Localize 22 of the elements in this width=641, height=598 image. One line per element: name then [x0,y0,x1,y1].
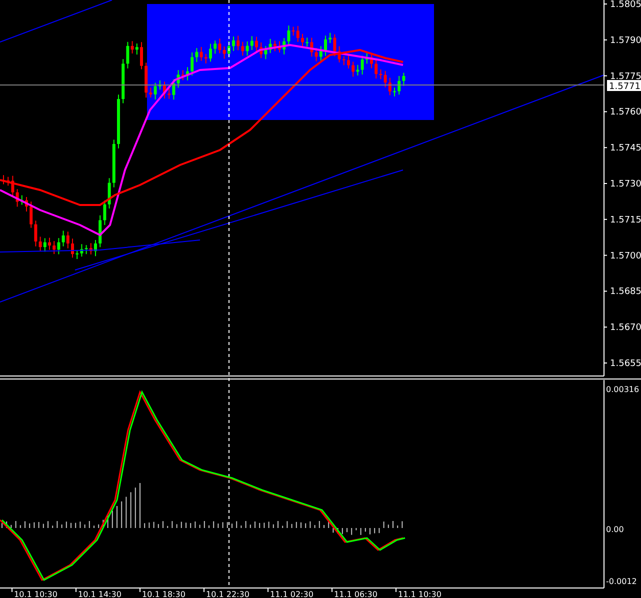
time-axis-label: 10.1 18:30 [142,590,186,598]
price-axis-label: 1.5655 [610,359,641,369]
price-axis-label: 1.5775 [610,72,641,82]
time-axis-label: 10.1 14:30 [78,590,122,598]
indicator-axis-label: 0.00316 [606,385,640,394]
price-axis-label: 1.5670 [610,323,641,334]
price-axis-label: 1.5700 [610,251,641,262]
time-axis-label: 10.1 10:30 [14,590,58,598]
price-axis-label: 1.5730 [610,180,641,190]
time-axis-label: 11.1 06:30 [334,590,378,598]
time-axis-label: 10.1 22:30 [206,590,250,598]
price-axis-label: 1.5745 [610,144,641,154]
time-axis-label: 11.1 10:30 [398,590,442,598]
current-price-label: 1.5771 [607,80,641,92]
price-axis-label: 1.5715 [610,215,641,226]
price-axis-label: 1.5790 [610,36,641,46]
time-axis-label: 11.1 02:30 [270,590,314,598]
price-axis-label: 1.5805 [610,0,641,10]
indicator-axis-label: -0.0012 [606,577,637,586]
price-axis-label: 1.5685 [610,287,641,298]
price-axis-label: 1.5760 [610,108,641,118]
indicator-axis-label: 0.00 [606,525,624,534]
